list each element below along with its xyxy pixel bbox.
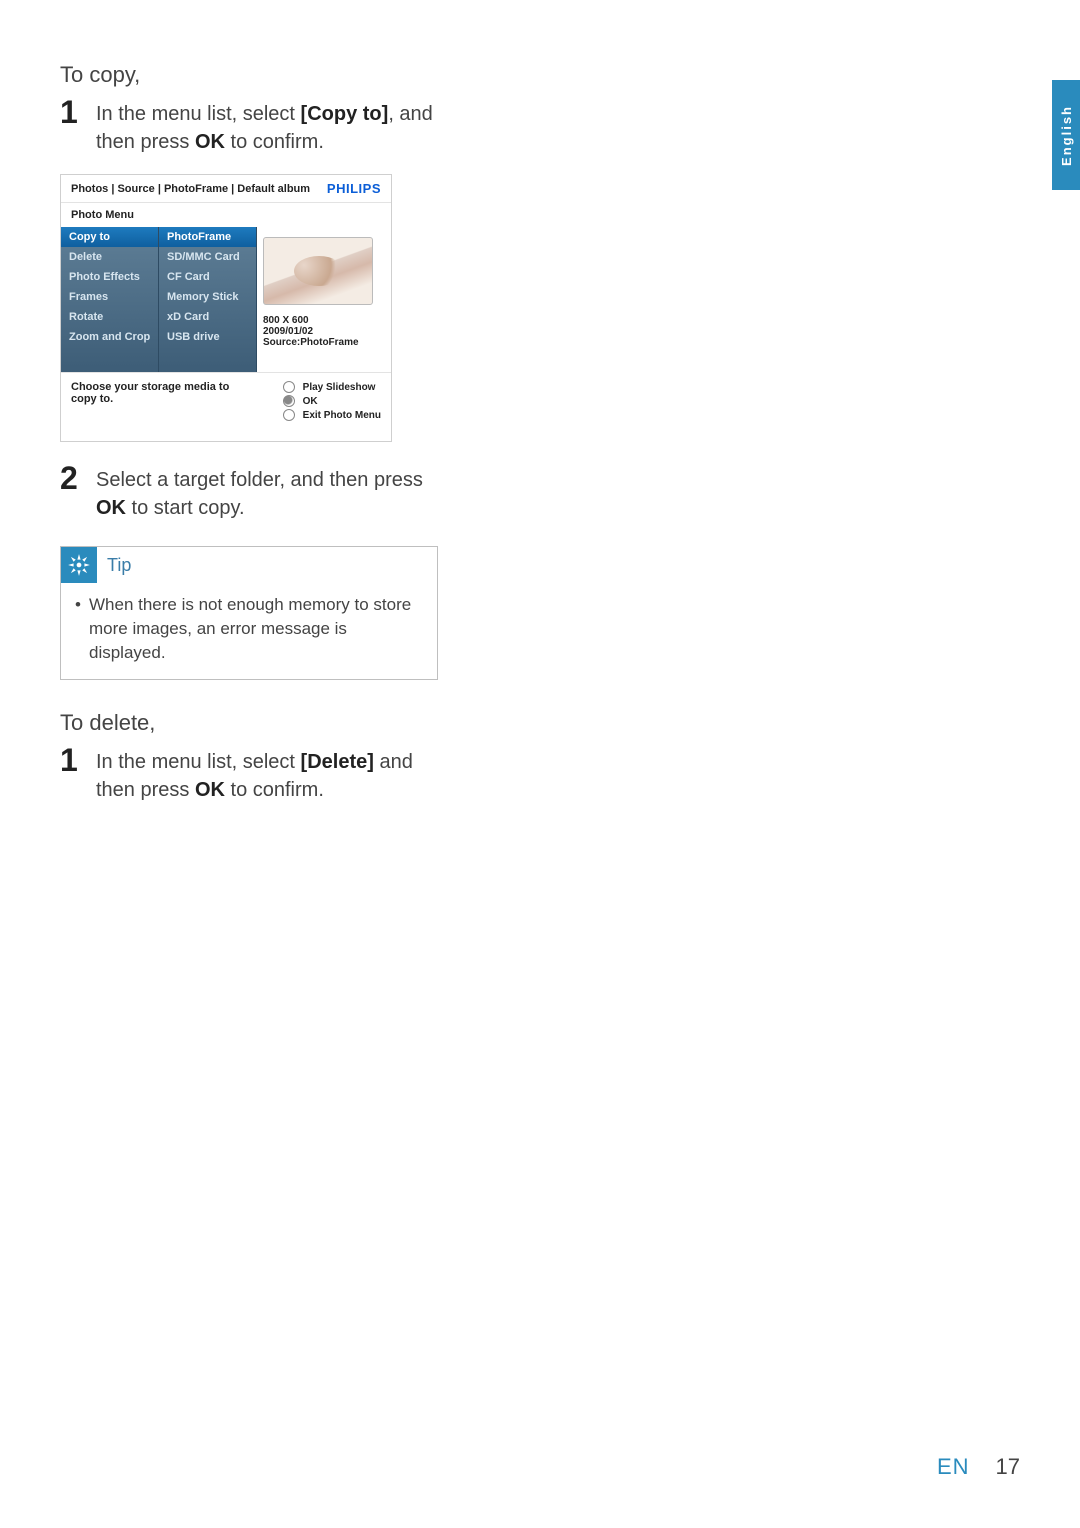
- footer-page-number: 17: [996, 1454, 1020, 1480]
- nav-dot-icon: [283, 395, 295, 407]
- text-bold: OK: [195, 779, 225, 801]
- preview-source: Source:PhotoFrame: [263, 337, 385, 348]
- bullet: •: [75, 593, 89, 665]
- text-fragment: to start copy.: [126, 497, 245, 519]
- device-action-label: Exit Photo Menu: [303, 410, 381, 421]
- preview-resolution: 800 X 600: [263, 315, 385, 326]
- tip-title: Tip: [107, 555, 131, 576]
- device-screenshot: Photos | Source | PhotoFrame | Default a…: [60, 174, 392, 442]
- step-number: 1: [60, 744, 96, 776]
- step-delete-1: 1 In the menu list, select [Delete] and …: [60, 742, 440, 804]
- text-bold: OK: [96, 497, 126, 519]
- device-preview-pane: 800 X 600 2009/01/02 Source:PhotoFrame: [257, 227, 391, 372]
- device-action-label: OK: [303, 396, 381, 407]
- device-header: Photos | Source | PhotoFrame | Default a…: [61, 175, 391, 202]
- device-breadcrumb: Photos | Source | PhotoFrame | Default a…: [71, 183, 310, 195]
- step-number: 1: [60, 96, 96, 128]
- text-bold: [Delete]: [301, 751, 374, 773]
- device-menu-col2: PhotoFrameSD/MMC CardCF CardMemory Stick…: [159, 227, 257, 372]
- brand-logo: PHILIPS: [327, 181, 381, 196]
- tip-box: Tip • When there is not enough memory to…: [60, 546, 438, 680]
- tip-header: Tip: [61, 547, 437, 583]
- device-body: Copy toDeletePhoto EffectsFramesRotateZo…: [61, 227, 391, 372]
- step-number: 2: [60, 462, 96, 494]
- heading-to-copy: To copy,: [60, 62, 440, 88]
- tip-body: • When there is not enough memory to sto…: [61, 583, 437, 679]
- device-menu-item[interactable]: Zoom and Crop: [61, 327, 158, 347]
- page-footer: EN 17: [937, 1454, 1020, 1480]
- step-text: In the menu list, select [Copy to], and …: [96, 100, 440, 156]
- device-submenu-item[interactable]: SD/MMC Card: [159, 247, 256, 267]
- device-submenu-item[interactable]: PhotoFrame: [159, 227, 256, 247]
- preview-date: 2009/01/02: [263, 326, 385, 337]
- text-bold: [Copy to]: [301, 103, 389, 125]
- device-action-label: Play Slideshow: [303, 382, 381, 393]
- heading-to-delete: To delete,: [60, 710, 440, 736]
- language-side-tab-label: English: [1059, 105, 1074, 166]
- step-copy-1: 1 In the menu list, select [Copy to], an…: [60, 94, 440, 156]
- content-column: To copy, 1 In the menu list, select [Cop…: [60, 62, 440, 804]
- step-text: Select a target folder, and then press O…: [96, 466, 440, 522]
- nav-dot-icon: [283, 409, 295, 421]
- device-submenu-item[interactable]: Memory Stick: [159, 287, 256, 307]
- photo-thumbnail: [263, 237, 373, 305]
- asterisk-icon: [61, 547, 97, 583]
- nav-dot-icon: [283, 381, 295, 393]
- text-fragment: to confirm.: [225, 779, 324, 801]
- footer-language: EN: [937, 1454, 970, 1480]
- text-fragment: In the menu list, select: [96, 751, 301, 773]
- text-bold: OK: [195, 131, 225, 153]
- text-fragment: Select a target folder, and then press: [96, 469, 423, 491]
- language-side-tab: English: [1052, 80, 1080, 190]
- device-menu-col1: Copy toDeletePhoto EffectsFramesRotateZo…: [61, 227, 159, 372]
- device-submenu-item[interactable]: CF Card: [159, 267, 256, 287]
- step-copy-2: 2 Select a target folder, and then press…: [60, 460, 440, 522]
- device-submenu-item[interactable]: USB drive: [159, 327, 256, 347]
- device-menu-item[interactable]: Frames: [61, 287, 158, 307]
- device-hint: Choose your storage media to copy to.: [71, 381, 231, 405]
- device-submenu-item[interactable]: xD Card: [159, 307, 256, 327]
- device-menu-item[interactable]: Rotate: [61, 307, 158, 327]
- device-action-list: Play Slideshow OK Exit Photo Menu: [283, 381, 381, 421]
- step-text: In the menu list, select [Delete] and th…: [96, 748, 440, 804]
- text-fragment: In the menu list, select: [96, 103, 301, 125]
- device-footer: Choose your storage media to copy to. Pl…: [61, 372, 391, 441]
- text-fragment: to confirm.: [225, 131, 324, 153]
- device-menu-item[interactable]: Delete: [61, 247, 158, 267]
- device-menu-title: Photo Menu: [61, 202, 391, 227]
- device-menu-item[interactable]: Copy to: [61, 227, 158, 247]
- device-menu-item[interactable]: Photo Effects: [61, 267, 158, 287]
- tip-text: When there is not enough memory to store…: [89, 593, 423, 665]
